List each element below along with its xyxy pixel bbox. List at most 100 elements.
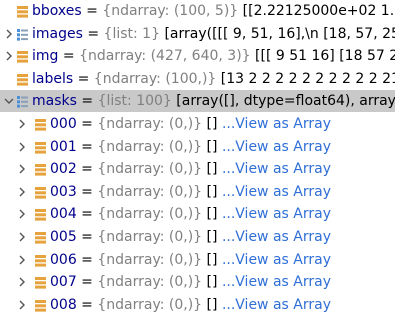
variable-entry: labels = {ndarray: (100,)} [13 2 2 2 2 2… bbox=[32, 68, 395, 90]
mask-item-row[interactable]: 002 = {ndarray: (0,)} [] ...View as Arra… bbox=[0, 158, 395, 180]
variable-value: [] bbox=[206, 183, 218, 200]
mask-item-row[interactable]: 001 = {ndarray: (0,)} [] ...View as Arra… bbox=[0, 136, 395, 158]
variable-value: [array([[[ 9, 51, 16],\n [18, 57, 25],\n bbox=[164, 25, 395, 42]
view-as-array-link[interactable]: ...View as Array bbox=[222, 274, 331, 290]
variable-name: masks bbox=[32, 93, 77, 110]
variable-value: [] bbox=[206, 296, 218, 313]
variable-type: {ndarray: (0,)} bbox=[97, 206, 203, 223]
variable-type: {ndarray: (0,)} bbox=[97, 296, 203, 313]
chevron-right-icon[interactable] bbox=[3, 45, 15, 67]
variable-name: 001 bbox=[50, 138, 77, 155]
view-as-array-link[interactable]: ...View as Array bbox=[222, 184, 331, 200]
variable-value: [] bbox=[206, 116, 218, 132]
variable-name: 008 bbox=[50, 296, 77, 313]
mask-item-row[interactable]: 006 = {ndarray: (0,)} [] ...View as Arra… bbox=[0, 249, 395, 271]
mask-item-row[interactable]: 004 = {ndarray: (0,)} [] ...View as Arra… bbox=[0, 203, 395, 225]
view-as-array-link[interactable]: ...View as Array bbox=[222, 252, 331, 268]
chevron-right-icon[interactable] bbox=[16, 271, 28, 293]
variable-row-img[interactable]: img = {ndarray: (427, 640, 3)} [[[ 9 51 … bbox=[0, 45, 395, 67]
ndarray-icon bbox=[34, 140, 47, 154]
list-icon bbox=[16, 94, 29, 108]
chevron-right-icon[interactable] bbox=[16, 181, 28, 203]
variable-value: [] bbox=[206, 206, 218, 223]
variable-type: {ndarray: (0,)} bbox=[97, 138, 203, 155]
variable-name: img bbox=[32, 48, 59, 65]
variable-name: 004 bbox=[50, 206, 77, 223]
ndarray-icon bbox=[34, 253, 47, 267]
view-as-array-link[interactable]: ...View as Array bbox=[222, 229, 331, 245]
mask-item-row[interactable]: 007 = {ndarray: (0,)} [] ...View as Arra… bbox=[0, 271, 395, 293]
variable-entry: 006 = {ndarray: (0,)} [] ...View as Arra… bbox=[50, 251, 331, 268]
variable-name: 000 bbox=[50, 116, 77, 132]
variable-type: {ndarray: (0,)} bbox=[97, 161, 203, 178]
view-as-array-link[interactable]: ...View as Array bbox=[222, 206, 331, 222]
ndarray-icon bbox=[34, 275, 47, 289]
view-as-array-link[interactable]: ...View as Array bbox=[222, 297, 331, 313]
variable-name: 006 bbox=[50, 251, 77, 268]
variable-type: {list: 100} bbox=[97, 93, 172, 110]
variable-value: [] bbox=[206, 161, 218, 178]
variable-value: [array([], dtype=float64), array([], dt bbox=[176, 93, 395, 110]
mask-item-row[interactable]: 003 = {ndarray: (0,)} [] ...View as Arra… bbox=[0, 181, 395, 203]
variable-entry: 003 = {ndarray: (0,)} [] ...View as Arra… bbox=[50, 183, 331, 200]
variable-entry: 008 = {ndarray: (0,)} [] ...View as Arra… bbox=[50, 296, 331, 313]
variable-row-images[interactable]: images = {list: 1} [array([[[ 9, 51, 16]… bbox=[0, 23, 395, 45]
variable-name: bboxes bbox=[32, 3, 82, 19]
variable-value: [[[ 9 51 16] [18 57 25] [20 bbox=[255, 48, 395, 65]
ndarray-icon bbox=[34, 207, 47, 221]
variable-name: labels bbox=[32, 70, 74, 87]
view-as-array-link[interactable]: ...View as Array bbox=[222, 161, 331, 177]
variable-name: 005 bbox=[50, 229, 77, 245]
variable-value: [13 2 2 2 2 2 2 2 2 2 2 21 bbox=[220, 70, 395, 87]
variable-value: [] bbox=[206, 274, 218, 291]
variable-entry: bboxes = {ndarray: (100, 5)} [[2.2212500… bbox=[32, 0, 395, 22]
variable-type: {ndarray: (100, 5)} bbox=[102, 3, 239, 19]
chevron-right-icon[interactable] bbox=[3, 23, 15, 45]
view-as-array-link[interactable]: ...View as Array bbox=[222, 116, 331, 132]
variable-entry: 005 = {ndarray: (0,)} [] ...View as Arra… bbox=[50, 229, 331, 245]
mask-item-row[interactable]: 000 = {ndarray: (0,)} [] ...View as Arra… bbox=[0, 113, 395, 135]
variable-entry: masks = {list: 100} [array([], dtype=flo… bbox=[32, 90, 395, 112]
variable-row-bboxes[interactable]: bboxes = {ndarray: (100, 5)} [[2.2212500… bbox=[0, 0, 395, 22]
variable-name: 002 bbox=[50, 161, 77, 178]
variable-row-masks[interactable]: masks = {list: 100} [array([], dtype=flo… bbox=[0, 90, 395, 113]
chevron-right-icon[interactable] bbox=[16, 294, 28, 316]
variable-type: {ndarray: (0,)} bbox=[97, 274, 203, 291]
chevron-right-icon[interactable] bbox=[16, 113, 28, 135]
ndarray-icon bbox=[16, 49, 29, 63]
variable-type: {ndarray: (427, 640, 3)} bbox=[79, 48, 251, 65]
variable-name: 003 bbox=[50, 183, 77, 200]
variable-entry: img = {ndarray: (427, 640, 3)} [[[ 9 51 … bbox=[32, 45, 395, 67]
chevron-right-icon[interactable] bbox=[16, 249, 28, 271]
variable-name: 007 bbox=[50, 274, 77, 291]
variable-type: {ndarray: (0,)} bbox=[97, 183, 203, 200]
chevron-right-icon[interactable] bbox=[16, 203, 28, 225]
variable-type: {ndarray: (0,)} bbox=[97, 116, 203, 132]
variable-type: {ndarray: (0,)} bbox=[97, 251, 203, 268]
variable-value: [] bbox=[206, 229, 218, 245]
mask-item-row[interactable]: 005 = {ndarray: (0,)} [] ...View as Arra… bbox=[0, 226, 395, 248]
variable-entry: 000 = {ndarray: (0,)} [] ...View as Arra… bbox=[50, 116, 331, 132]
chevron-right-icon[interactable] bbox=[16, 136, 28, 158]
variable-row-labels[interactable]: labels = {ndarray: (100,)} [13 2 2 2 2 2… bbox=[0, 68, 395, 90]
chevron-right-icon[interactable] bbox=[16, 158, 28, 180]
variable-name: images bbox=[32, 25, 83, 42]
variable-value: [[2.22125000e+02 1.765000 bbox=[242, 3, 395, 19]
list-icon bbox=[16, 27, 29, 41]
ndarray-icon bbox=[34, 117, 47, 131]
variable-type: {ndarray: (100,)} bbox=[93, 70, 217, 87]
chevron-down-icon[interactable] bbox=[3, 90, 15, 112]
mask-item-row[interactable]: 008 = {ndarray: (0,)} [] ...View as Arra… bbox=[0, 294, 395, 316]
chevron-right-icon[interactable] bbox=[16, 226, 28, 248]
variable-entry: 004 = {ndarray: (0,)} [] ...View as Arra… bbox=[50, 206, 331, 223]
variable-entry: 002 = {ndarray: (0,)} [] ...View as Arra… bbox=[50, 161, 331, 178]
variable-value: [] bbox=[206, 251, 218, 268]
variable-value: [] bbox=[206, 138, 218, 155]
ndarray-icon bbox=[16, 72, 29, 86]
view-as-array-link[interactable]: ...View as Array bbox=[222, 139, 331, 155]
variable-entry: 007 = {ndarray: (0,)} [] ...View as Arra… bbox=[50, 274, 331, 291]
ndarray-icon bbox=[34, 230, 47, 244]
variable-type: {list: 1} bbox=[103, 25, 160, 42]
ndarray-icon bbox=[34, 185, 47, 199]
ndarray-icon bbox=[34, 162, 47, 176]
